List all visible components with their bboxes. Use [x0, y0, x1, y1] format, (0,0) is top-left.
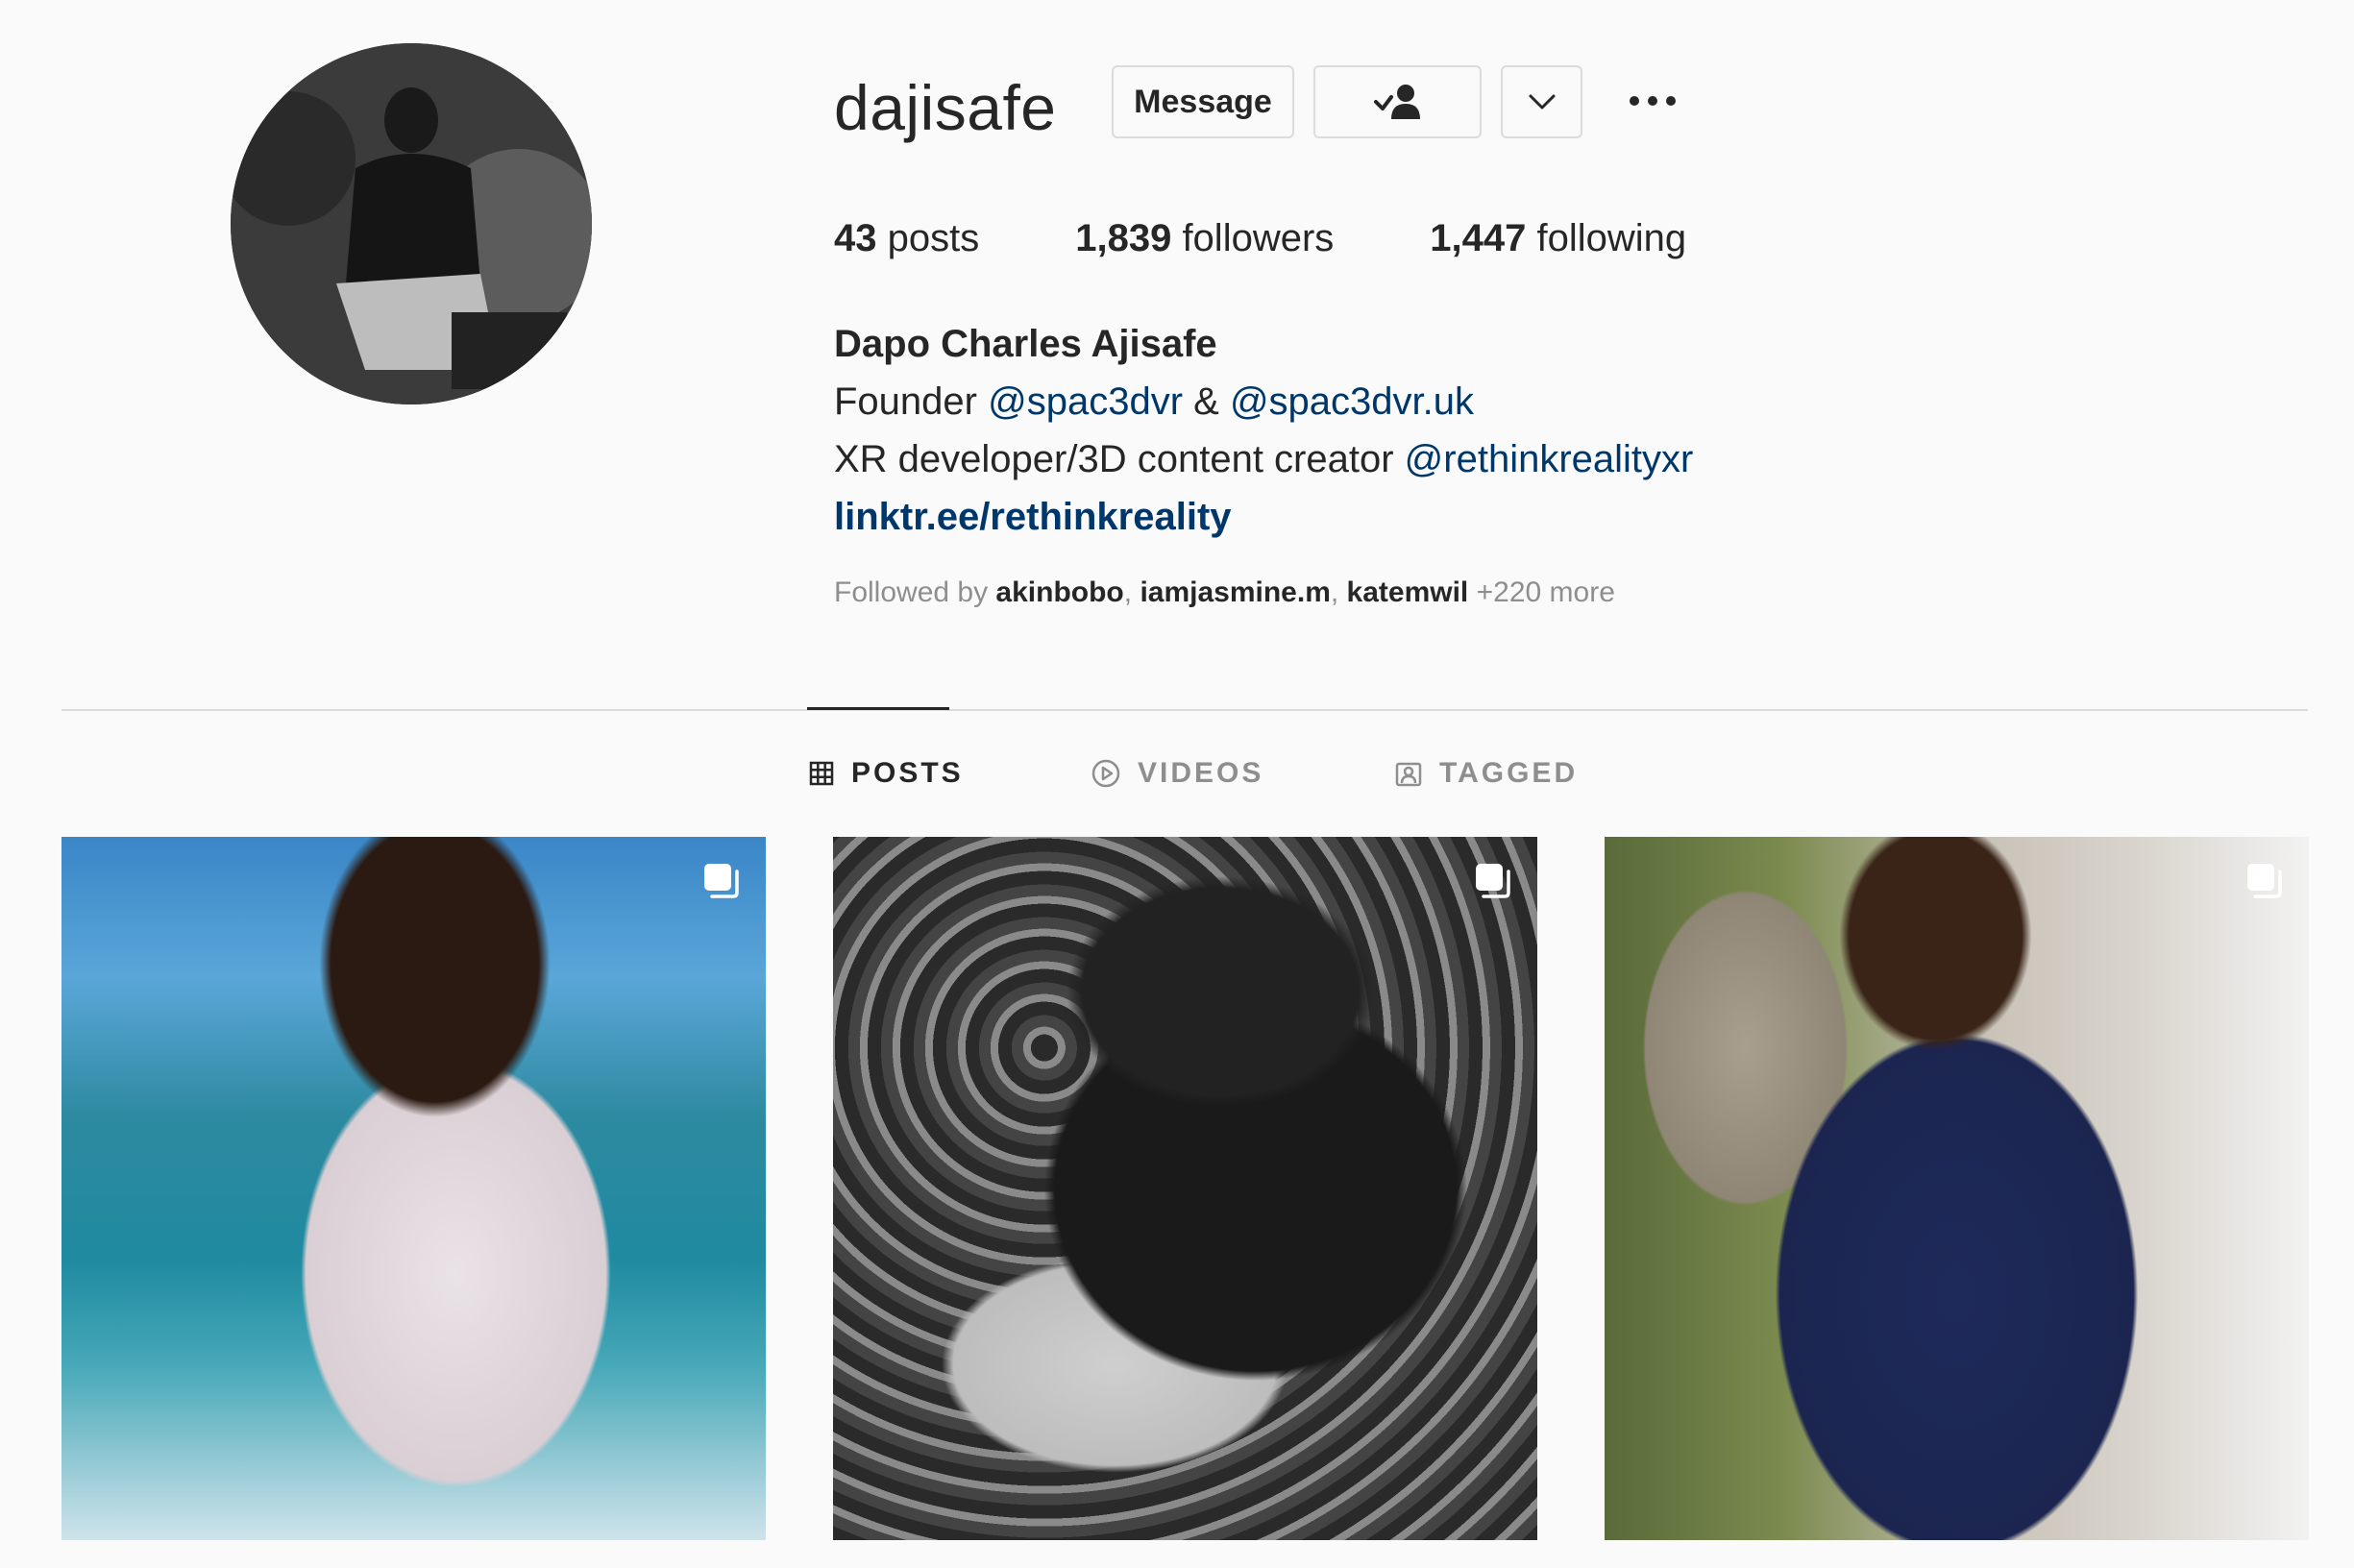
more-options-icon[interactable] — [1624, 77, 1681, 125]
followed-by-more: +220 more — [1468, 576, 1615, 608]
follower-name[interactable]: katemwil — [1347, 576, 1469, 608]
avatar-photo — [231, 43, 592, 404]
following-check-person-icon — [1373, 85, 1420, 119]
message-button[interactable]: Message — [1112, 65, 1294, 138]
chevron-down-icon — [1529, 94, 1555, 110]
post-thumbnail[interactable] — [833, 837, 1537, 1540]
multiple-photos-icon — [704, 864, 739, 898]
tab-label: TAGGED — [1439, 757, 1579, 789]
profile-bio: Dapo Charles Ajisafe Founder @spac3dvr &… — [834, 315, 1693, 546]
separator: , — [1330, 576, 1347, 608]
active-tab-indicator — [807, 707, 949, 710]
profile-username: dajisafe — [834, 72, 1057, 143]
followers-stat[interactable]: 1,839 followers — [1075, 209, 1334, 267]
followers-count: 1,839 — [1075, 217, 1172, 259]
dot — [1666, 96, 1676, 106]
profile-tabs: POSTS VIDEOS TAGGED — [0, 749, 2354, 797]
following-stat[interactable]: 1,447 following — [1430, 209, 1686, 267]
multiple-photos-icon — [2247, 864, 2282, 898]
dot — [1630, 96, 1639, 106]
play-circle-icon — [1091, 759, 1120, 788]
bio-text: XR developer/3D content creator — [834, 438, 1405, 480]
post-thumbnail[interactable] — [61, 837, 766, 1540]
display-name: Dapo Charles Ajisafe — [834, 323, 1217, 365]
profile-avatar[interactable] — [231, 43, 592, 404]
separator: , — [1123, 576, 1140, 608]
bio-text: Founder — [834, 380, 989, 423]
following-button[interactable] — [1313, 65, 1482, 138]
mention-link[interactable]: @spac3dvr — [988, 380, 1183, 423]
following-count: 1,447 — [1430, 217, 1527, 259]
post-thumbnail[interactable] — [1605, 837, 2309, 1540]
grid-icon — [809, 761, 834, 786]
bio-line-2: XR developer/3D content creator @rethink… — [834, 430, 1693, 488]
followers-label: followers — [1171, 217, 1335, 259]
profile-page: dajisafe Message 43 posts 1,839 follower… — [0, 0, 2354, 1568]
tabs-divider — [61, 709, 2308, 711]
suggested-accounts-button[interactable] — [1501, 65, 1582, 138]
dot — [1648, 96, 1657, 106]
bio-text: & — [1183, 380, 1230, 423]
following-label: following — [1526, 217, 1687, 259]
profile-stats: 43 posts 1,839 followers 1,447 following — [834, 209, 1782, 267]
followed-by[interactable]: Followed by akinbobo, iamjasmine.m, kate… — [834, 569, 1615, 617]
follower-name[interactable]: iamjasmine.m — [1140, 576, 1330, 608]
posts-count: 43 — [834, 217, 877, 259]
tab-videos[interactable]: VIDEOS — [1091, 749, 1263, 797]
tab-label: POSTS — [851, 757, 964, 789]
posts-stat: 43 posts — [834, 209, 979, 267]
tab-tagged[interactable]: TAGGED — [1395, 749, 1578, 797]
mention-link[interactable]: @rethinkrealityxr — [1405, 438, 1694, 480]
followed-by-prefix: Followed by — [834, 576, 996, 608]
mention-link[interactable]: @spac3dvr.uk — [1230, 380, 1474, 423]
tab-label: VIDEOS — [1138, 757, 1264, 789]
bio-line-1: Founder @spac3dvr & @spac3dvr.uk — [834, 373, 1693, 430]
multiple-photos-icon — [1476, 864, 1510, 898]
tab-posts[interactable]: POSTS — [809, 749, 964, 797]
follower-name[interactable]: akinbobo — [995, 576, 1123, 608]
posts-label: posts — [876, 217, 980, 259]
tagged-person-icon — [1395, 762, 1422, 787]
bio-website-link[interactable]: linktr.ee/rethinkreality — [834, 488, 1693, 546]
